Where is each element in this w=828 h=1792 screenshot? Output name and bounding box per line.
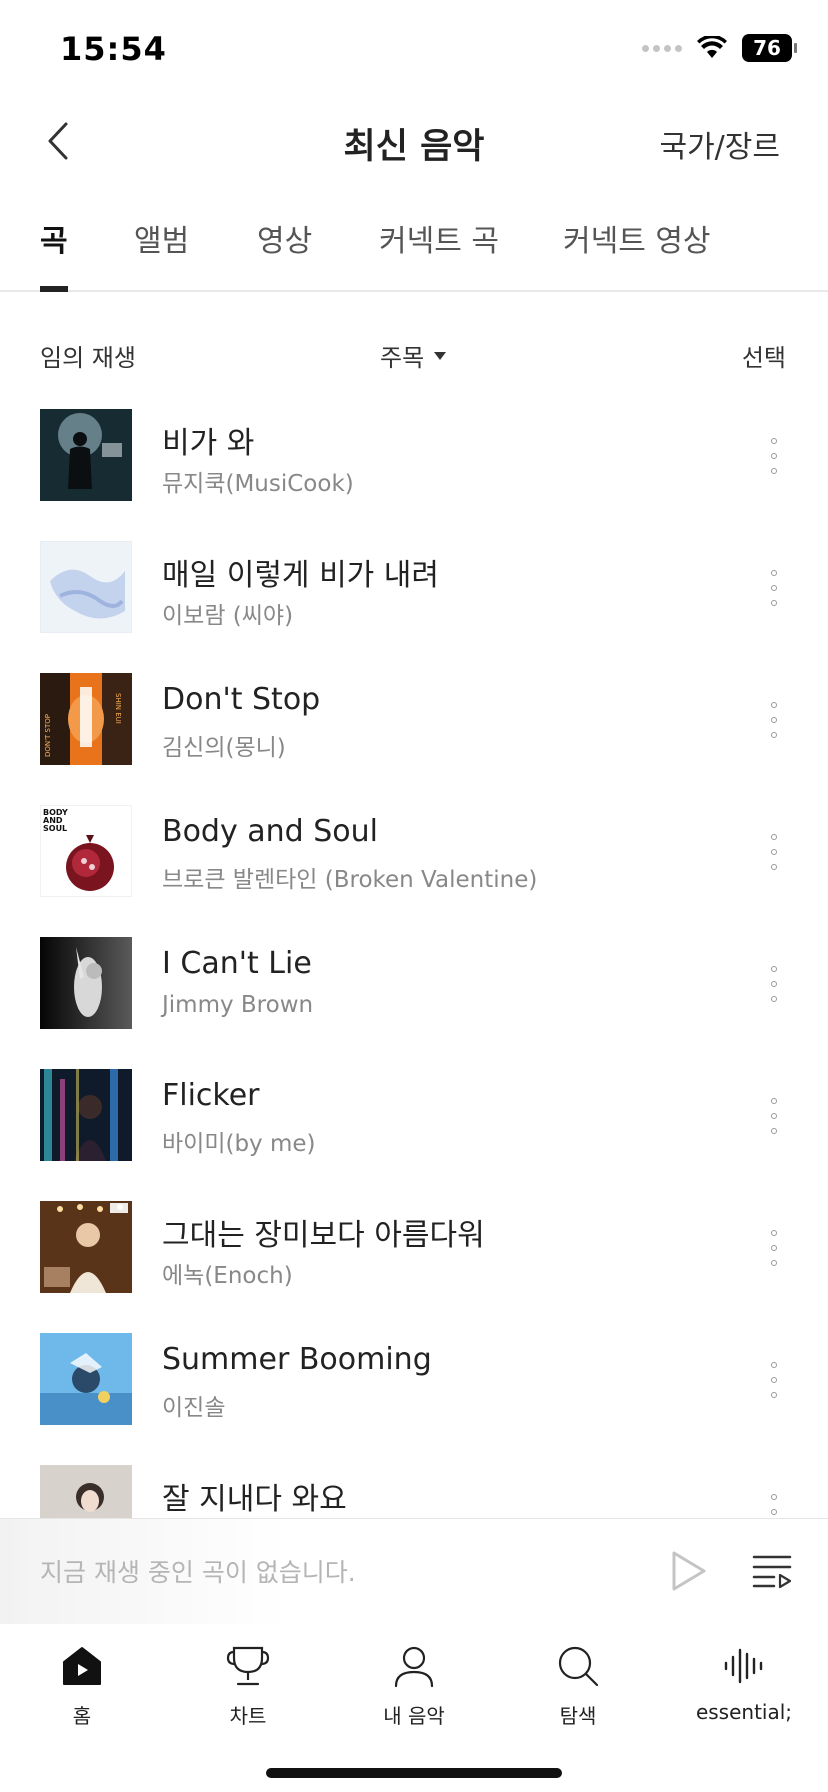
more-options-icon[interactable] — [762, 834, 786, 870]
song-title: Flicker — [162, 1078, 260, 1113]
more-options-icon[interactable] — [762, 438, 786, 474]
song-title: I Can't Lie — [162, 946, 312, 981]
song-title: 그대는 장미보다 아름다워 — [162, 1218, 485, 1253]
album-cover: DON'T STOP SHIN EUI — [40, 673, 132, 765]
nav-my-music[interactable]: 내 음악 — [344, 1644, 484, 1729]
album-cover — [40, 1465, 132, 1518]
sort-label: 주목 — [380, 344, 425, 372]
song-row[interactable]: Flicker 바이미(by me) — [0, 1060, 828, 1192]
more-options-icon[interactable] — [762, 702, 786, 738]
home-indicator — [266, 1768, 562, 1778]
shuffle-play-button[interactable]: 임의 재생 — [40, 338, 136, 373]
song-row[interactable]: I Can't Lie Jimmy Brown — [0, 928, 828, 1060]
song-row[interactable]: 매일 이렇게 비가 내려 이보람 (씨야) — [0, 532, 828, 664]
wifi-icon — [697, 36, 727, 58]
song-title: Don't Stop — [162, 682, 321, 717]
status-bar: 15:54 76 — [0, 0, 828, 100]
battery-icon: 76 — [742, 34, 797, 62]
more-options-icon[interactable] — [762, 966, 786, 1002]
cover-text: SOUL — [43, 824, 67, 833]
album-cover — [40, 1333, 132, 1425]
mini-player[interactable]: 지금 재생 중인 곡이 없습니다. — [0, 1518, 828, 1624]
home-icon — [63, 1647, 101, 1685]
tab-bar: 곡 앨범 영상 커넥트 곡 커넥트 영상 — [0, 200, 828, 292]
song-title: 매일 이렇게 비가 내려 — [162, 558, 440, 593]
cellular-signal-icon — [642, 44, 682, 52]
more-options-icon[interactable] — [762, 570, 786, 606]
tab-songs[interactable]: 곡 — [40, 216, 68, 292]
song-artist: 뮤지쿡(MusiCook) — [162, 471, 354, 497]
nav-explore[interactable]: 탐색 — [508, 1644, 648, 1729]
album-cover — [40, 1069, 132, 1161]
song-row[interactable]: DON'T STOP SHIN EUI Don't Stop 김신의(몽니) — [0, 664, 828, 796]
nav-label: 차트 — [229, 1704, 267, 1728]
song-row[interactable]: Summer Booming 이진솔 — [0, 1324, 828, 1456]
more-options-icon[interactable] — [762, 1098, 786, 1134]
song-title: Body and Soul — [162, 814, 378, 849]
song-artist: 김신의(몽니) — [162, 735, 286, 761]
album-cover — [40, 937, 132, 1029]
song-row[interactable]: 비가 와 뮤지쿡(MusiCook) — [0, 400, 828, 532]
album-cover — [40, 1201, 132, 1293]
song-title: 비가 와 — [162, 426, 255, 461]
more-options-icon[interactable] — [762, 1494, 786, 1518]
song-artist: 바이미(by me) — [162, 1131, 316, 1157]
song-artist: 이보람 (씨야) — [162, 603, 294, 629]
nav-label: essential; — [695, 1700, 793, 1724]
search-icon — [558, 1646, 599, 1687]
album-cover — [40, 541, 132, 633]
nav-label: 내 음악 — [383, 1704, 445, 1728]
nav-essential[interactable]: essential; — [674, 1644, 814, 1724]
nav-label: 홈 — [72, 1704, 92, 1728]
song-artist: 이진솔 — [162, 1395, 226, 1421]
tab-albums[interactable]: 앨범 — [134, 216, 189, 290]
song-artist: 에녹(Enoch) — [162, 1263, 293, 1289]
more-options-icon[interactable] — [762, 1362, 786, 1398]
song-list: 비가 와 뮤지쿡(MusiCook) 매일 이렇게 비가 내려 이보람 (씨야) — [0, 400, 828, 1518]
nav-home[interactable]: 홈 — [12, 1644, 152, 1729]
select-button[interactable]: 선택 — [742, 338, 786, 373]
song-row[interactable]: BODY AND SOUL Body and Soul 브로큰 발렌타인 (Br… — [0, 796, 828, 928]
album-cover: BODY AND SOUL — [40, 805, 132, 897]
cover-text: SHIN EUI — [114, 693, 122, 724]
album-cover — [40, 409, 132, 501]
cover-text: DON'T STOP — [44, 714, 52, 757]
person-icon — [394, 1646, 434, 1688]
song-artist: 브로큰 발렌타인 (Broken Valentine) — [162, 867, 538, 893]
playlist-icon[interactable] — [752, 1551, 792, 1591]
bottom-nav: 홈 차트 내 음악 탐색 essential; — [0, 1624, 828, 1792]
tab-videos[interactable]: 영상 — [257, 216, 312, 290]
list-toolbar: 임의 재생 주목 선택 — [0, 330, 828, 380]
song-title: 잘 지내다 와요 — [162, 1482, 347, 1517]
sort-dropdown[interactable]: 주목 — [380, 338, 447, 373]
header: 최신 음악 국가/장르 — [0, 100, 828, 182]
caret-down-icon — [434, 351, 447, 360]
country-genre-button[interactable]: 국가/장르 — [659, 122, 780, 166]
song-row[interactable]: 잘 지내다 와요 — [0, 1456, 828, 1518]
song-row[interactable]: 그대는 장미보다 아름다워 에녹(Enoch) — [0, 1192, 828, 1324]
now-playing-status: 지금 재생 중인 곡이 없습니다. — [40, 1558, 356, 1587]
trophy-icon — [226, 1646, 270, 1686]
more-options-icon[interactable] — [762, 1230, 786, 1266]
tab-connect-videos[interactable]: 커넥트 영상 — [563, 216, 711, 290]
waveform-icon — [724, 1648, 763, 1684]
song-artist: Jimmy Brown — [162, 992, 314, 1018]
play-icon[interactable] — [668, 1549, 708, 1593]
nav-label: 탐색 — [559, 1704, 597, 1728]
tab-connect-songs[interactable]: 커넥트 곡 — [379, 216, 499, 290]
status-time: 15:54 — [60, 30, 167, 68]
nav-chart[interactable]: 차트 — [178, 1644, 318, 1729]
song-title: Summer Booming — [162, 1342, 432, 1377]
status-indicators: 76 — [642, 34, 797, 62]
